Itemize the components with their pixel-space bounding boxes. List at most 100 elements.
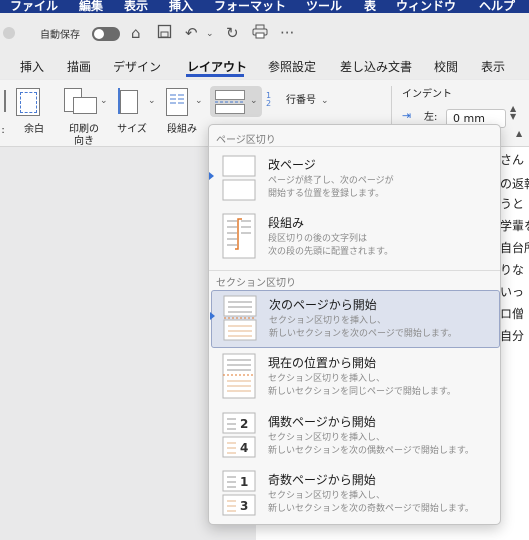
menu-item-odd-page[interactable]: 1 3 奇数ページから開始 セクション区切りを挿入し、 新しいセクションを次の奇… [211,466,498,522]
columns-chevron-down-icon[interactable]: ⌄ [195,96,203,106]
default-marker-icon [209,172,214,180]
menu-item-desc: 新しいセクションを次のページで開始します。 [269,329,457,339]
columns-button[interactable] [166,88,190,116]
breaks-dropdown-menu: ページ区切り 改ページ ページが終了し、次のページが 開始する位置を登録します。… [208,124,501,525]
menu-item-desc: 次の段の先頭に配置されます。 [268,247,394,257]
menu-item-title: 奇数ページから開始 [268,473,376,487]
default-marker-icon [210,312,215,320]
columns-icon [166,88,188,116]
menu-item-page-break[interactable]: 改ページ ページが終了し、次のページが 開始する位置を登録します。 [209,151,498,207]
section-odd-page-icon: 1 3 [222,470,256,516]
menu-separator [209,146,500,147]
doc-text-fragment: うと [500,197,525,211]
indent-left-label: 左: [424,112,438,123]
active-tab-indicator [186,74,244,77]
tab-layout[interactable]: レイアウト [187,58,247,75]
section-continuous-icon [222,353,256,399]
autosave-toggle[interactable] [92,27,120,41]
indent-label: インデント [402,89,452,100]
home-icon[interactable]: ⌂ [131,24,141,42]
size-label: サイズ [117,124,147,135]
tab-mailings[interactable]: 差し込み文書 [340,58,412,75]
undo-dropdown-icon[interactable]: ⌄ [206,29,214,39]
breaks-chevron-down-icon: ⌄ [250,96,258,106]
more-options-icon[interactable]: ··· [280,24,294,42]
even-top-number: 2 [240,417,248,431]
indent-left-stepper[interactable]: ▲ ▼ [510,105,516,121]
orientation-chevron-down-icon[interactable]: ⌄ [100,96,108,106]
doc-text-fragment: 自台所 [500,241,529,255]
size-button[interactable] [118,88,142,116]
menu-item-desc: セクション区切りを挿入し、 [269,316,387,326]
menu-item-continuous[interactable]: 現在の位置から開始 セクション区切りを挿入し、 新しいセクションを同じページで開… [211,349,498,405]
doc-text-fragment: いっ [500,285,525,299]
menu-view[interactable]: 表示 [124,0,148,13]
tab-insert[interactable]: 挿入 [20,58,44,75]
redo-icon[interactable]: ↻ [226,24,239,42]
columns-label: 段組み [167,124,197,135]
doc-text-fragment: ロ僧 [500,307,525,321]
section-breaks-header: セクション区切り [216,278,296,289]
orientation-label-line1: 印刷の [69,124,99,135]
breaks-icon [215,90,245,114]
margins-label: 余白 [24,124,44,135]
section-even-page-icon: 2 4 [222,412,256,458]
doc-text-fragment: 学輩を [500,219,529,233]
section-next-page-icon [223,295,257,341]
indent-right-stepper[interactable]: ▲ [516,129,522,138]
doc-text-fragment: 自分 [500,329,525,343]
doc-text-fragment: さん [500,153,525,167]
menu-help[interactable]: ヘルプ [479,0,515,13]
menu-separator [209,270,500,271]
menu-item-title: 次のページから開始 [269,298,377,312]
tab-view[interactable]: 表示 [481,58,505,75]
orientation-button[interactable] [64,88,104,116]
menu-item-column-break[interactable]: 段組み 段区切りの後の文字列は 次の段の先頭に配置されます。 [211,209,498,265]
menu-item-desc: セクション区切りを挿入し、 [268,374,386,384]
tab-review[interactable]: 校閲 [434,58,458,75]
line-numbers-chevron-down-icon[interactable]: ⌄ [321,96,329,106]
menu-item-desc: セクション区切りを挿入し、 [268,491,386,501]
menu-tools[interactable]: ツール [306,0,342,13]
tab-references[interactable]: 参照設定 [268,58,316,75]
menu-edit[interactable]: 編集 [79,0,103,13]
size-ruler-icon [118,88,120,114]
page-breaks-header: ページ区切り [216,135,276,146]
menu-item-title: 改ページ [268,158,316,172]
print-icon[interactable] [252,24,268,43]
line-numbers-button[interactable]: 行番号 [286,95,316,107]
column-break-icon [222,213,256,259]
menu-item-even-page[interactable]: 2 4 偶数ページから開始 セクション区切りを挿入し、 新しいセクションを次の偶… [211,408,498,464]
app-menubar: ファイル 編集 表示 挿入 フォーマット ツール 表 ウィンドウ ヘルプ [0,0,529,13]
menu-item-desc: 新しいセクションを次の奇数ページで開始します。 [268,504,474,514]
menu-table[interactable]: 表 [364,0,376,13]
landscape-page-icon [73,97,97,114]
tab-design[interactable]: デザイン [113,58,161,75]
menu-item-desc: セクション区切りを挿入し、 [268,433,386,443]
tab-draw[interactable]: 描画 [67,58,91,75]
menu-item-next-page[interactable]: 次のページから開始 セクション区切りを挿入し、 新しいセクションを次のページで開… [210,290,500,348]
menu-item-desc: 新しいセクションを同じページで開始します。 [268,387,456,397]
odd-top-number: 1 [240,475,248,489]
odd-bottom-number: 3 [240,499,248,513]
even-bottom-number: 4 [240,441,248,455]
page-size-icon [120,90,138,114]
breaks-button[interactable]: ⌄ [210,86,262,117]
menu-window[interactable]: ウィンドウ [396,0,456,13]
size-chevron-down-icon[interactable]: ⌄ [148,96,156,106]
menu-item-desc: 新しいセクションを次の偶数ページで開始します。 [268,446,474,456]
window-close-button[interactable] [3,27,15,39]
margins-icon [16,88,40,116]
text-direction-button[interactable] [0,88,10,114]
undo-icon[interactable]: ↶ [185,24,198,42]
menu-item-title: 段組み [268,216,305,230]
save-icon[interactable] [157,24,172,43]
menu-item-desc: 段区切りの後の文字列は [268,234,368,244]
menu-file[interactable]: ファイル [10,0,58,13]
menu-format[interactable]: フォーマット [214,0,286,13]
menu-item-title: 現在の位置から開始 [268,356,377,370]
menu-item-title: 偶数ページから開始 [268,415,376,429]
doc-text-fragment: りな [500,263,525,277]
menu-insert[interactable]: 挿入 [169,0,193,13]
doc-text-fragment: の返報 [500,177,529,191]
